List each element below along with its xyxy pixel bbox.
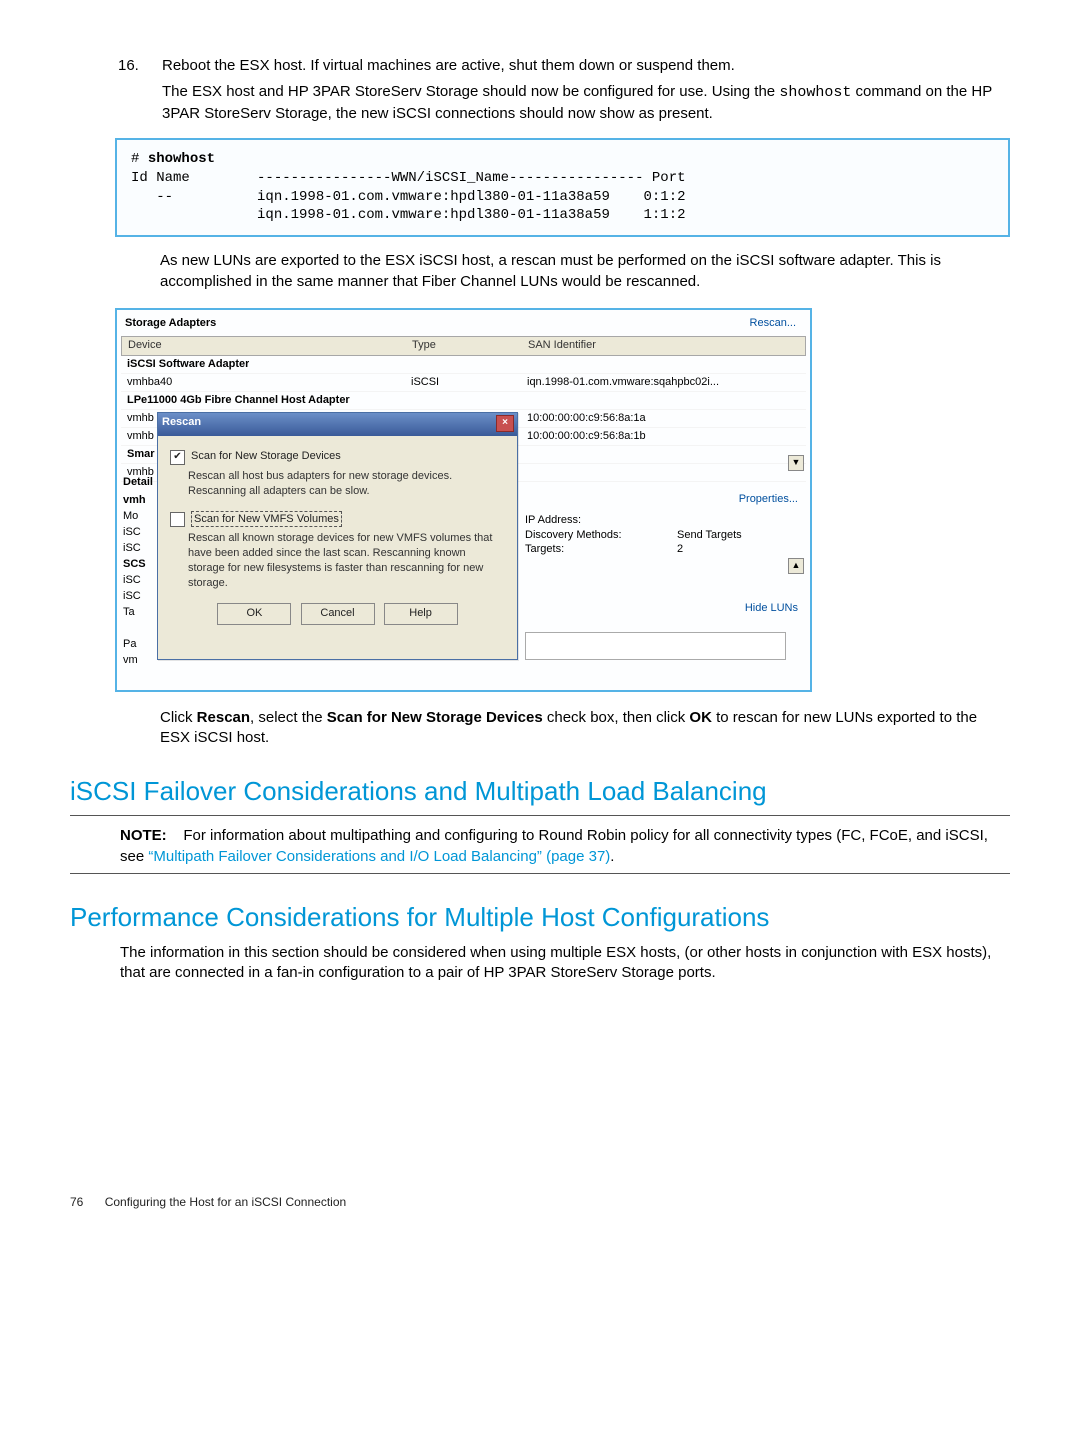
page-footer: 76 Configuring the Host for an iSCSI Con…: [70, 1194, 1010, 1210]
step-line2a: The ESX host and HP 3PAR StoreServ Stora…: [162, 83, 779, 100]
step-line2: The ESX host and HP 3PAR StoreServ Stora…: [162, 82, 1010, 124]
hide-luns-link[interactable]: Hide LUNs: [525, 601, 798, 616]
col-type: Type: [412, 338, 436, 353]
heading-iscsi-failover: iSCSI Failover Considerations and Multip…: [70, 774, 1010, 809]
table-header: Device Type SAN Identifier: [121, 336, 806, 356]
opt1-desc: Rescan all host bus adapters for new sto…: [188, 469, 505, 499]
targets-label: Targets:: [525, 542, 645, 557]
after-screenshot-para: Click Rescan, select the Scan for New St…: [160, 708, 1010, 749]
note-end: .: [610, 848, 614, 865]
note-block: NOTE: For information about multipathing…: [120, 826, 1010, 867]
scan-vmfs-checkbox[interactable]: [170, 512, 185, 527]
properties-link[interactable]: Properties...: [525, 492, 798, 507]
storage-adapters-screenshot: Storage Adapters Rescan... ▲ Device Type…: [115, 308, 812, 692]
scroll-up-icon[interactable]: ▲: [788, 558, 804, 574]
multipath-link[interactable]: “Multipath Failover Considerations and I…: [148, 848, 610, 865]
ok-button[interactable]: OK: [217, 603, 291, 625]
dialog-title: Rescan ×: [158, 413, 517, 436]
path-listbox[interactable]: [525, 632, 786, 660]
cli-block: # showhost Id Name ----------------WWN/i…: [115, 138, 1010, 238]
targets-value: 2: [677, 542, 683, 557]
performance-text: The information in this section should b…: [120, 943, 1010, 984]
page-number: 76: [70, 1195, 83, 1209]
scroll-down-icon[interactable]: ▼: [788, 455, 804, 471]
details-label: Detail: [123, 475, 153, 490]
cli-output: Id Name ----------------WWN/iSCSI_Name--…: [131, 170, 686, 224]
heading-performance: Performance Considerations for Multiple …: [70, 900, 1010, 935]
disc-label: Discovery Methods:: [525, 528, 645, 543]
ip-label: IP Address:: [525, 513, 645, 528]
rule: [70, 873, 1010, 874]
chapter-title: Configuring the Host for an iSCSI Connec…: [105, 1195, 346, 1209]
group-iscsi: iSCSI Software Adapter: [121, 356, 806, 374]
cancel-button[interactable]: Cancel: [301, 603, 375, 625]
opt-scan-storage[interactable]: Scan for New Storage Devices: [191, 449, 341, 464]
showhost-cmd-inline: showhost: [779, 84, 851, 101]
close-icon[interactable]: ×: [496, 415, 514, 432]
scan-storage-checkbox[interactable]: [170, 450, 185, 465]
help-button[interactable]: Help: [384, 603, 458, 625]
col-san: SAN Identifier: [528, 338, 596, 353]
note-label: NOTE:: [120, 827, 167, 844]
col-device: Device: [128, 338, 162, 353]
step-number: 16.: [118, 56, 156, 76]
details-left-column: vmh Mo iSC iSC SCS iSC iSC Ta Pa vm: [123, 492, 159, 668]
rescan-paragraph: As new LUNs are exported to the ESX iSCS…: [160, 251, 1010, 292]
step-line1: Reboot the ESX host. If virtual machines…: [162, 56, 1010, 76]
cli-prompt: #: [131, 151, 148, 167]
opt-scan-vmfs[interactable]: Scan for New VMFS Volumes: [191, 511, 342, 528]
rule: [70, 815, 1010, 816]
panel-title: Storage Adapters: [125, 316, 216, 331]
disc-value: Send Targets: [677, 528, 742, 543]
cli-command: showhost: [148, 151, 215, 167]
group-fc: LPe11000 4Gb Fibre Channel Host Adapter: [121, 392, 806, 410]
rescan-dialog: Rescan × Scan for New Storage Devices Re…: [157, 412, 518, 660]
table-row[interactable]: vmhba40 iSCSI iqn.1998-01.com.vmware:sqa…: [121, 374, 806, 392]
opt2-desc: Rescan all known storage devices for new…: [188, 531, 505, 590]
rescan-link[interactable]: Rescan...: [750, 316, 796, 331]
